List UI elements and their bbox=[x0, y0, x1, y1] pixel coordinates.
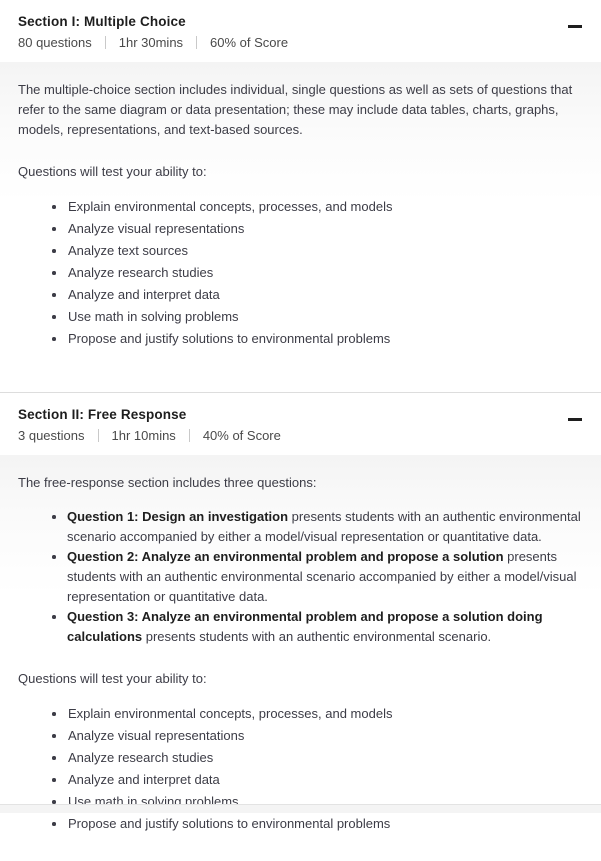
meta-separator bbox=[188, 429, 190, 442]
section-1-score-weight: 60% of Score bbox=[210, 35, 289, 50]
section-2-score-weight: 40% of Score bbox=[202, 428, 281, 443]
section-1-ability-lead: Questions will test your ability to: bbox=[18, 164, 207, 179]
list-item: Explain environmental concepts, processe… bbox=[52, 198, 583, 216]
page-bottom-background bbox=[0, 805, 601, 813]
meta-separator bbox=[196, 36, 198, 49]
list-item: Use math in solving problems bbox=[52, 308, 583, 326]
section-2-panel: The free-response section includes three… bbox=[0, 455, 601, 861]
list-item: Analyze visual representations bbox=[52, 220, 583, 238]
section-multiple-choice: Section I: Multiple Choice 80 questions … bbox=[0, 0, 601, 393]
list-item: Question 1: Design an investigation pres… bbox=[52, 507, 583, 547]
list-item: Analyze and interpret data bbox=[52, 286, 583, 304]
minus-icon-bar bbox=[568, 25, 582, 28]
panel-spacer bbox=[18, 837, 583, 861]
question-1-label: Question 1: Design an investigation bbox=[67, 509, 289, 524]
list-item: Analyze research studies bbox=[52, 264, 583, 282]
section-free-response: Section II: Free Response 3 questions 1h… bbox=[0, 393, 601, 861]
list-item: Question 3: Analyze an environmental pro… bbox=[52, 607, 583, 647]
section-2-title: Section II: Free Response bbox=[18, 407, 187, 422]
section-1-panel: The multiple-choice section includes ind… bbox=[0, 62, 601, 392]
list-item: Analyze research studies bbox=[52, 749, 583, 767]
meta-separator bbox=[97, 429, 99, 442]
section-2-question-list: Question 1: Design an investigation pres… bbox=[18, 507, 583, 647]
list-item: Propose and justify solutions to environ… bbox=[52, 815, 583, 833]
list-item: Explain environmental concepts, processe… bbox=[52, 705, 583, 723]
minus-icon[interactable] bbox=[567, 411, 583, 427]
list-item: Analyze visual representations bbox=[52, 727, 583, 745]
meta-separator bbox=[104, 36, 106, 49]
minus-icon-bar bbox=[568, 418, 582, 421]
question-3-description: presents students with an authentic envi… bbox=[142, 629, 492, 644]
section-2-header[interactable]: Section II: Free Response 3 questions 1h… bbox=[0, 393, 601, 455]
section-1-meta: 80 questions 1hr 30mins 60% of Score bbox=[18, 33, 583, 52]
list-item: Propose and justify solutions to environ… bbox=[52, 330, 583, 348]
section-1-duration: 1hr 30mins bbox=[118, 35, 184, 50]
list-item: Analyze text sources bbox=[52, 242, 583, 260]
exam-sections-accordion: Section I: Multiple Choice 80 questions … bbox=[0, 0, 601, 861]
minus-icon[interactable] bbox=[567, 18, 583, 34]
section-1-header[interactable]: Section I: Multiple Choice 80 questions … bbox=[0, 0, 601, 62]
list-item: Question 2: Analyze an environmental pro… bbox=[52, 547, 583, 607]
section-2-ability-list: Explain environmental concepts, processe… bbox=[18, 705, 583, 833]
section-1-title: Section I: Multiple Choice bbox=[18, 14, 186, 29]
section-2-ability-lead: Questions will test your ability to: bbox=[18, 671, 207, 686]
list-item: Analyze and interpret data bbox=[52, 771, 583, 789]
section-1-question-count: 80 questions bbox=[18, 35, 92, 50]
section-2-intro-text: The free-response section includes three… bbox=[18, 475, 317, 490]
question-2-label: Question 2: Analyze an environmental pro… bbox=[67, 549, 504, 564]
section-1-ability-list: Explain environmental concepts, processe… bbox=[18, 198, 583, 348]
panel-spacer bbox=[18, 352, 583, 392]
section-1-intro-text: The multiple-choice section includes ind… bbox=[18, 82, 573, 137]
section-2-duration: 1hr 10mins bbox=[111, 428, 176, 443]
section-2-meta: 3 questions 1hr 10mins 40% of Score bbox=[18, 426, 583, 445]
section-2-question-count: 3 questions bbox=[18, 428, 85, 443]
